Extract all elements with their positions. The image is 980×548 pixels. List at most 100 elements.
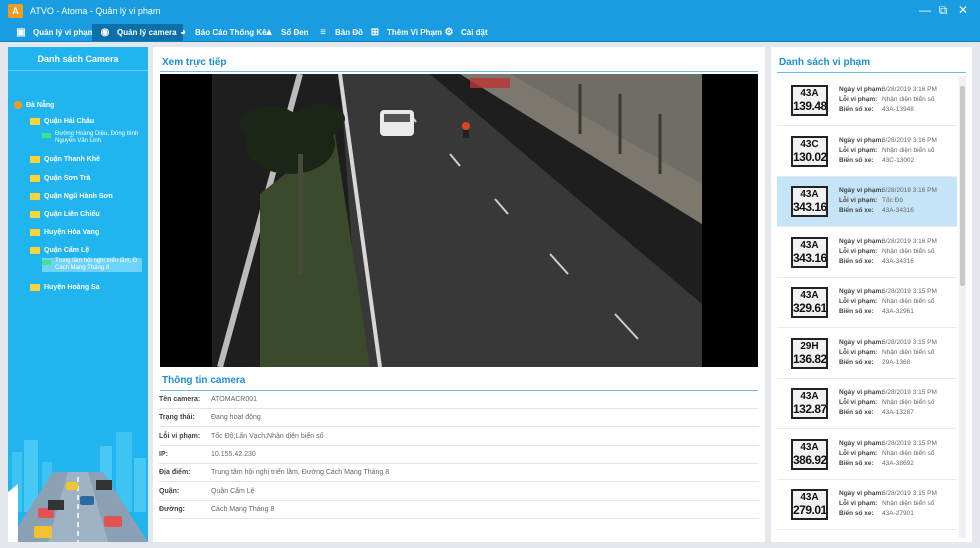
scroll-thumb[interactable] — [960, 86, 965, 286]
tree-node-folder[interactable]: Quận Sơn Trà — [30, 174, 90, 183]
violation-item[interactable]: 43A 279.01 Ngày vi phạm: 6/28/2019 3:15 PM L… — [777, 480, 957, 530]
violation-details: Ngày vi phạm: 6/28/2019 3:16 PM Lỗi vi phạ… — [839, 186, 937, 216]
violation-item[interactable]: 43A 329.61 Ngày vi phạm: 6/28/2019 3:15 PM L… — [777, 278, 957, 328]
tree-node-label: Quận Ngũ Hành Sơn — [44, 193, 113, 200]
plate-top: 43A — [800, 239, 819, 251]
nav-label: Quản lý camera — [117, 28, 177, 37]
info-row: Đường: Cách Mạng Tháng 8 — [159, 501, 759, 519]
violation-item[interactable]: 43A 343.16 Ngày vi phạm: 6/28/2019 3:16 PM L… — [777, 177, 957, 227]
tree-node-folder[interactable]: Quận Liên Chiểu — [30, 210, 100, 219]
plate-top: 43A — [800, 441, 819, 453]
detail-value: 43A-38692 — [882, 459, 914, 467]
detail-label: Biển số xe: — [839, 409, 874, 416]
plate-top: 43A — [800, 492, 819, 503]
violation-item[interactable]: 43A 386.92 Ngày vi phạm: 6/28/2019 3:15 PM L… — [777, 430, 957, 480]
nav-car[interactable]: ▣ Quản lý vi phạm — [8, 24, 101, 41]
detail-row: Lỗi vi phạm: Nhận diện biển số — [839, 449, 937, 459]
detail-row: Biển số xe: 43A-13287 — [839, 408, 937, 418]
violation-item[interactable]: 43C 130.02 Ngày vi phạm: 6/28/2019 3:16 PM L… — [777, 127, 957, 177]
detail-label: Lỗi vi phạm: — [839, 500, 878, 507]
detail-value: 6/28/2019 3:16 PM — [882, 136, 937, 144]
live-video[interactable] — [160, 74, 758, 367]
detail-row: Biển số xe: 43C-13002 — [839, 156, 937, 166]
detail-row: Biển số xe: 29A-1368 — [839, 358, 937, 368]
plate-top: 43A — [800, 290, 819, 301]
detail-label: Biển số xe: — [839, 106, 874, 113]
plate-bottom: 279.01 — [793, 503, 827, 517]
plate-top: 43C — [800, 138, 819, 150]
detail-label: Ngày vi phạm: — [839, 439, 884, 447]
plate-image: 43A 132.87 — [791, 388, 828, 419]
info-row: Tên camera: ATOMACR001 — [159, 391, 759, 409]
violation-item[interactable]: 29H 136.82 Ngày vi phạm: 6/28/2019 3:15 PM L… — [777, 329, 957, 379]
detail-value: 43C-13002 — [882, 156, 915, 164]
tree-node-label: Đà Nẵng — [26, 102, 55, 109]
violation-item[interactable]: 43A 139.48 Ngày vi phạm: 6/28/2019 3:16 PM L… — [777, 76, 957, 126]
detail-row: Lỗi vi phạm: Nhận diện biển số — [839, 348, 937, 358]
violation-item[interactable]: 43A 343.16 Ngày vi phạm: 6/28/2019 3:16 PM L… — [777, 228, 957, 278]
info-label: IP: — [159, 450, 168, 458]
plate-image: 43A 139.48 — [791, 85, 828, 116]
tree-node-folder[interactable]: Quận Ngũ Hành Sơn — [30, 192, 113, 201]
tree-node-label: Quận Liên Chiểu — [44, 211, 100, 218]
detail-value: 43A-13287 — [882, 409, 914, 416]
info-value: Đang hoạt động — [211, 414, 261, 422]
tree-node-root[interactable]: Đà Nẵng — [14, 101, 54, 110]
plate-image: 29H 136.82 — [791, 337, 828, 369]
detail-value: 43A-27901 — [882, 510, 914, 517]
nav-label: Quản lý vi phạm — [33, 28, 95, 37]
nav-warning[interactable]: ▲ Sổ Đen — [256, 24, 315, 41]
info-row: Trạng thái: Đang hoạt động — [159, 409, 759, 428]
detail-value: 6/28/2019 3:16 PM — [882, 237, 937, 245]
nav-gear[interactable]: ⚙ Cài đặt — [436, 24, 494, 41]
info-label: Trạng thái: — [159, 414, 195, 422]
folder-icon — [30, 211, 40, 218]
violation-details: Ngày vi phạm: 6/28/2019 3:15 PM Lỗi vi phạ… — [839, 338, 937, 368]
detail-row: Lỗi vi phạm: Nhận diện biển số — [839, 95, 937, 105]
detail-value: Nhận diện biển số — [882, 96, 935, 103]
violation-item[interactable]: 43A 132.87 Ngày vi phạm: 6/28/2019 3:15 PM L… — [777, 379, 957, 429]
nav-map[interactable]: ≡ Bản Đồ — [310, 24, 369, 41]
detail-row: Ngày vi phạm: 6/28/2019 3:15 PM — [839, 287, 937, 297]
tree-node-camera[interactable]: Trung tâm hội nghị triển lãm, Đ Cách Mạn… — [42, 258, 142, 272]
violation-details: Ngày vi phạm: 6/28/2019 3:16 PM Lỗi vi phạ… — [839, 85, 937, 115]
violation-details: Ngày vi phạm: 6/28/2019 3:16 PM Lỗi vi phạ… — [839, 237, 937, 267]
violation-details: Ngày vi phạm: 6/28/2019 3:16 PM Lỗi vi phạ… — [839, 136, 937, 166]
info-label: Địa điểm: — [159, 469, 191, 477]
info-value: ATOMACR001 — [211, 396, 258, 403]
maximize-button[interactable]: ⧉ — [936, 3, 950, 18]
minimize-button[interactable]: — — [918, 3, 932, 17]
tree-node-folder[interactable]: Quận Cẩm Lệ — [30, 246, 89, 255]
close-button[interactable]: ✕ — [956, 3, 970, 17]
violations-scrollbar[interactable] — [959, 76, 966, 538]
detail-label: Lỗi vi phạm: — [839, 197, 878, 204]
camera-icon — [42, 133, 51, 138]
detail-row: Lỗi vi phạm: Nhận diện biển số — [839, 297, 937, 307]
nav-label: Thêm Vi Phạm — [387, 28, 442, 37]
detail-row: Ngày vi phạm: 6/28/2019 3:16 PM — [839, 136, 937, 146]
violation-details: Ngày vi phạm: 6/28/2019 3:15 PM Lỗi vi phạ… — [839, 388, 937, 418]
camera-icon — [42, 260, 51, 265]
detail-row: Biển số xe: 43A-13948 — [839, 105, 937, 115]
info-value: Cách Mạng Tháng 8 — [211, 505, 275, 513]
info-row: IP: 10.155.42.230 — [159, 446, 759, 464]
tree-node-folder[interactable]: Quận Hải Châu — [30, 117, 94, 126]
info-value: Quận Cẩm Lệ — [211, 487, 255, 495]
detail-row: Biển số xe: 43A-34316 — [839, 206, 937, 216]
plate-image: 43A 343.16 — [791, 186, 828, 217]
folder-icon — [30, 284, 40, 291]
city-illustration — [8, 422, 148, 542]
detail-label: Ngày vi phạm: — [839, 86, 884, 93]
tree-node-folder[interactable]: Quận Thanh Khê — [30, 155, 100, 164]
tree-node-folder[interactable]: Huyện Hòa Vang — [30, 228, 99, 237]
detail-row: Ngày vi phạm: 6/28/2019 3:16 PM — [839, 186, 937, 196]
plate-image: 43A 279.01 — [791, 489, 828, 520]
info-label: Lỗi vi phạm: — [159, 432, 201, 440]
tree-node-folder[interactable]: Huyện Hoàng Sa — [30, 283, 100, 292]
detail-value: Nhận diện biển số — [882, 449, 935, 457]
tree-node-label: Quận Sơn Trà — [44, 175, 91, 182]
detail-label: Ngày vi phạm: — [839, 288, 884, 295]
nav-camera[interactable]: ◉ Quản lý camera — [92, 24, 183, 41]
detail-label: Ngày vi phạm: — [839, 338, 884, 346]
tree-node-camera[interactable]: Đường Hoàng Diệu, Đông bình Nguyễn Văn L… — [42, 131, 142, 145]
